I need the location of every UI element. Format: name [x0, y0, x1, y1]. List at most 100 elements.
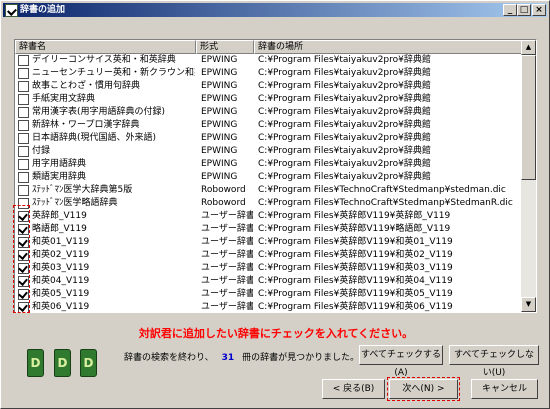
row-checkbox[interactable] — [18, 159, 29, 170]
table-row[interactable]: 和英06_V119 ユーザー辞書 C:¥Program Files¥英辞郎V119¥… — [15, 301, 523, 312]
location-cell: C:¥Program Files¥英辞郎V119¥和英04_V119 — [258, 276, 453, 286]
next-button[interactable]: 次へ(N) > — [387, 377, 460, 401]
table-row[interactable]: ｽﾃｯﾄﾞﾏﾝ医学大辞典第5版 Roboword C:¥Program Files¥… — [15, 184, 523, 197]
location-cell: C:¥Program Files¥taiyakuv2pro¥辞典館 — [258, 133, 431, 143]
table-row[interactable]: 和英05_V119 ユーザー辞書 C:¥Program Files¥英辞郎V119¥… — [15, 288, 523, 301]
title-bar[interactable]: 辞書の追加 _ □ × — [3, 3, 547, 17]
location-cell: C:¥Program Files¥taiyakuv2pro¥辞典館 — [258, 146, 431, 156]
scroll-down-button[interactable]: ▼ — [521, 297, 536, 312]
dictionary-book-icon: D — [27, 349, 44, 377]
vertical-scrollbar[interactable]: ▲ ▼ — [521, 40, 536, 312]
location-cell: C:¥Program Files¥taiyakuv2pro¥辞典館 — [258, 172, 431, 182]
row-checkbox[interactable] — [18, 107, 29, 118]
row-checkbox[interactable] — [18, 94, 29, 105]
row-checkbox[interactable] — [18, 81, 29, 92]
table-row[interactable]: 常用漢字表(用字用語辞典の付録) EPWING C:¥Program Files¥t… — [15, 106, 523, 119]
dictionary-name-cell: 和英06_V119 — [32, 302, 90, 312]
table-row[interactable]: 故事ことわざ・慣用句辞典 EPWING C:¥Program Files¥taiya… — [15, 80, 523, 93]
location-cell: C:¥Program Files¥英辞郎V119¥和英05_V119 — [258, 289, 453, 299]
dictionary-list[interactable]: 辞書名 形式 辞書の場所 デイリーコンサイス英和・和英辞典 EPWING C:¥Pr… — [14, 39, 537, 313]
table-row[interactable]: 新辞林・ワープロ漢字辞典 EPWING C:¥Program Files¥taiya… — [15, 119, 523, 132]
dictionary-name-cell: 新辞林・ワープロ漢字辞典 — [32, 120, 140, 130]
cancel-button[interactable]: キャンセル — [471, 379, 538, 399]
scroll-thumb[interactable] — [521, 55, 536, 180]
table-row[interactable]: ｽﾃｯﾄﾞﾏﾝ医学略語辞典 Roboword C:¥Program Files¥Te… — [15, 197, 523, 210]
checkbox-focus-ring — [13, 205, 30, 313]
dictionary-name-cell: 略語郎_V119 — [32, 224, 87, 234]
row-checkbox[interactable] — [18, 146, 29, 157]
maximize-button[interactable]: □ — [517, 4, 531, 16]
table-row[interactable]: 手紙実用文辞典 EPWING C:¥Program Files¥taiyakuv2p… — [15, 93, 523, 106]
dictionary-name-cell: 日本語辞典(現代国語、外来語) — [32, 133, 157, 143]
format-cell: EPWING — [201, 146, 238, 156]
close-button[interactable]: × — [532, 4, 546, 16]
scroll-up-button[interactable]: ▲ — [521, 40, 536, 55]
window-title: 辞書の追加 — [20, 5, 66, 15]
uncheck-all-button[interactable]: すべてチェックしない(U) — [449, 345, 539, 378]
location-cell: C:¥Program Files¥taiyakuv2pro¥辞典館 — [258, 94, 431, 104]
location-cell: C:¥Program Files¥taiyakuv2pro¥辞典館 — [258, 107, 431, 117]
column-header-name[interactable]: 辞書名 — [15, 40, 196, 54]
location-cell: C:¥Program Files¥TechnoCraft¥Stedmanp¥st… — [258, 185, 506, 195]
table-row[interactable]: 用字用語辞典 EPWING C:¥Program Files¥taiyakuv2pr… — [15, 158, 523, 171]
format-cell: EPWING — [201, 55, 238, 65]
dictionary-name-cell: ニューセンチュリー英和・新クラウン和英辞典 — [32, 68, 195, 78]
table-row[interactable]: 和英03_V119 ユーザー辞書 C:¥Program Files¥英辞郎V119¥… — [15, 262, 523, 275]
table-row[interactable]: 略語郎_V119 ユーザー辞書 C:¥Program Files¥英辞郎V119¥略… — [15, 223, 523, 236]
column-header-location[interactable]: 辞書の場所 — [254, 40, 523, 54]
table-row[interactable]: 和英01_V119 ユーザー辞書 C:¥Program Files¥英辞郎V119¥… — [15, 236, 523, 249]
format-cell: ユーザー辞書 — [201, 302, 253, 312]
table-row[interactable]: 英辞郎_V119 ユーザー辞書 C:¥Program Files¥英辞郎V119¥英… — [15, 210, 523, 223]
dictionary-name-cell: デイリーコンサイス英和・和英辞典 — [32, 55, 176, 65]
dictionary-name-cell: 和英04_V119 — [32, 276, 90, 286]
dictionary-name-cell: 和英03_V119 — [32, 263, 90, 273]
column-header-format[interactable]: 形式 — [196, 40, 254, 54]
dictionary-count: 31 — [221, 353, 235, 363]
dictionary-name-cell: 付録 — [32, 146, 51, 156]
minimize-button[interactable]: _ — [503, 4, 517, 16]
row-checkbox[interactable] — [18, 172, 29, 183]
table-row[interactable]: デイリーコンサイス英和・和英辞典 EPWING C:¥Program Files¥t… — [15, 54, 523, 67]
row-checkbox[interactable] — [18, 55, 29, 66]
location-cell: C:¥Program Files¥英辞郎V119¥略語郎_V119 — [258, 224, 451, 234]
row-checkbox[interactable] — [18, 133, 29, 144]
app-icon — [5, 4, 18, 17]
location-cell: C:¥Program Files¥英辞郎V119¥和英02_V119 — [258, 250, 453, 260]
table-row[interactable]: 和英04_V119 ユーザー辞書 C:¥Program Files¥英辞郎V119¥… — [15, 275, 523, 288]
location-cell: C:¥Program Files¥taiyakuv2pro¥辞典館 — [258, 68, 431, 78]
format-cell: ユーザー辞書 — [201, 263, 253, 273]
dictionary-name-cell: 英辞郎_V119 — [32, 211, 87, 221]
format-cell: Roboword — [201, 185, 246, 195]
dictionary-name-cell: 和英01_V119 — [32, 237, 90, 247]
location-cell: C:¥Program Files¥TechnoCraft¥Stedmanp¥St… — [258, 198, 513, 208]
format-cell: EPWING — [201, 159, 238, 169]
table-row[interactable]: 和英02_V119 ユーザー辞書 C:¥Program Files¥英辞郎V119¥… — [15, 249, 523, 262]
row-checkbox[interactable] — [18, 68, 29, 79]
location-cell: C:¥Program Files¥taiyakuv2pro¥辞典館 — [258, 55, 431, 65]
format-cell: EPWING — [201, 133, 238, 143]
location-cell: C:¥Program Files¥英辞郎V119¥英辞郎_V119 — [258, 211, 451, 221]
row-checkbox[interactable] — [18, 185, 29, 196]
format-cell: EPWING — [201, 94, 238, 104]
dictionary-name-cell: 類語実用辞典 — [32, 172, 87, 182]
format-cell: EPWING — [201, 107, 238, 117]
dialog-window: 辞書の追加 _ □ × 辞書名 形式 辞書の場所 デイリーコンサイス英和・和英辞… — [0, 0, 550, 409]
location-cell: C:¥Program Files¥taiyakuv2pro¥辞典館 — [258, 81, 431, 91]
table-row[interactable]: 日本語辞典(現代国語、外来語) EPWING C:¥Program Files¥ta… — [15, 132, 523, 145]
list-header: 辞書名 形式 辞書の場所 — [15, 40, 523, 54]
location-cell: C:¥Program Files¥英辞郎V119¥和英03_V119 — [258, 263, 453, 273]
dictionary-book-icon: D — [80, 349, 97, 377]
format-cell: ユーザー辞書 — [201, 276, 253, 286]
row-checkbox[interactable] — [18, 120, 29, 131]
table-row[interactable]: ニューセンチュリー英和・新クラウン和英辞典 EPWING C:¥Program Fi… — [15, 67, 523, 80]
location-cell: C:¥Program Files¥taiyakuv2pro¥辞典館 — [258, 120, 431, 130]
check-all-button[interactable]: すべてチェックする(A) — [359, 345, 443, 378]
table-row[interactable]: 類語実用辞典 EPWING C:¥Program Files¥taiyakuv2pr… — [15, 171, 523, 184]
format-cell: Roboword — [201, 198, 246, 208]
format-cell: ユーザー辞書 — [201, 289, 253, 299]
format-cell: ユーザー辞書 — [201, 224, 253, 234]
back-button[interactable]: < 戻る(B) — [322, 379, 385, 399]
location-cell: C:¥Program Files¥英辞郎V119¥和英06_V119 — [258, 302, 453, 312]
table-row[interactable]: 付録 EPWING C:¥Program Files¥taiyakuv2pro¥辞典… — [15, 145, 523, 158]
status-prefix: 辞書の検索を終わり、 — [124, 353, 214, 363]
